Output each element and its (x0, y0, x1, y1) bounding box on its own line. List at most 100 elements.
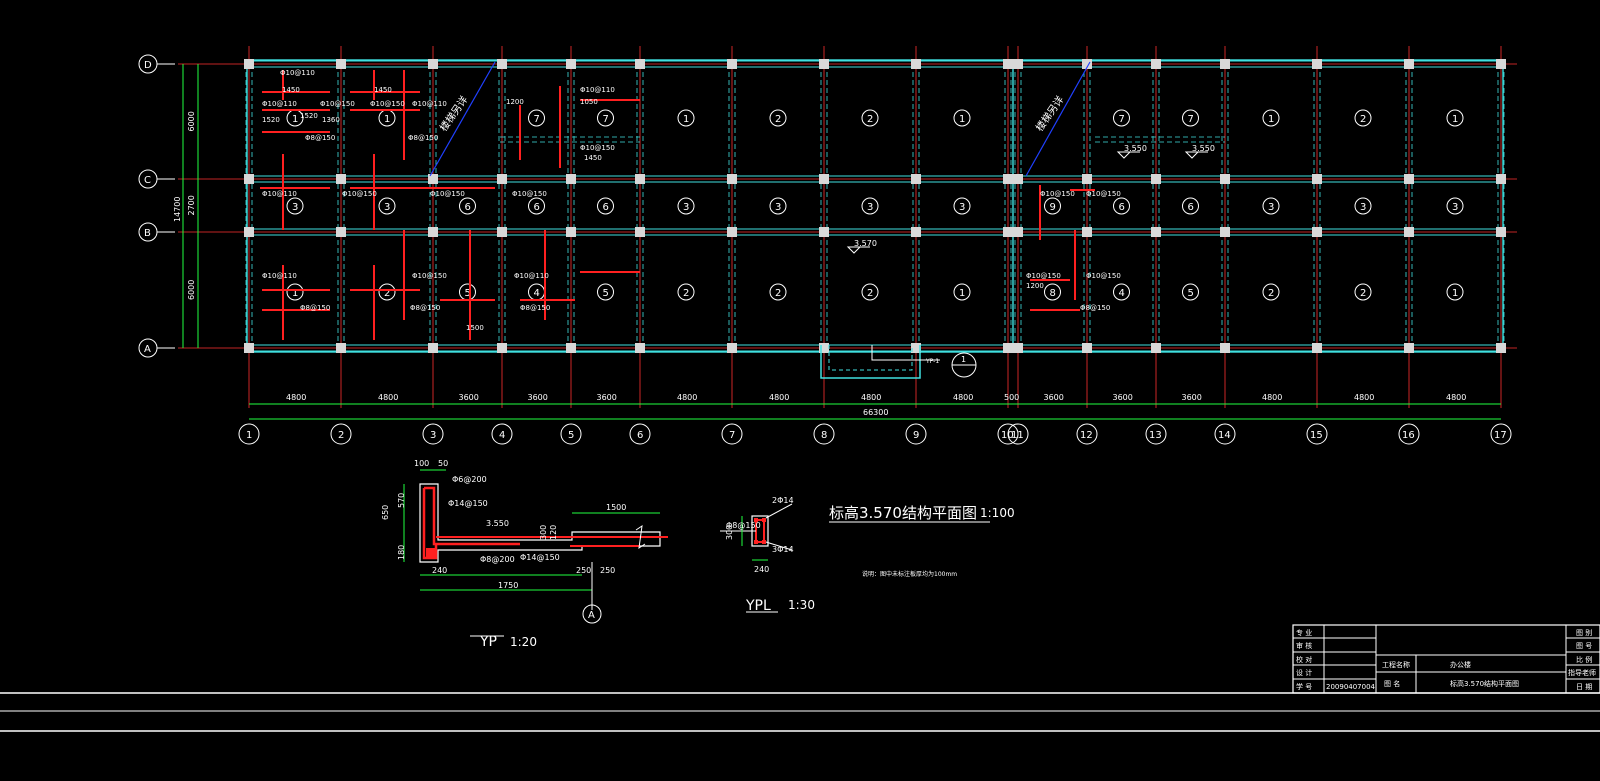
column (1151, 343, 1161, 353)
rebar-annotation: 1520 (262, 116, 280, 124)
column (1312, 174, 1322, 184)
svg-text:Φ14@150: Φ14@150 (448, 499, 488, 508)
svg-text:240: 240 (432, 566, 447, 575)
svg-text:300: 300 (725, 525, 734, 540)
column (1312, 59, 1322, 69)
rebar-annotation: Φ10@150 (1026, 272, 1061, 280)
drawing-title: 标高3.570结构平面图 (829, 504, 977, 522)
svg-text:240: 240 (754, 565, 769, 574)
column (1220, 59, 1230, 69)
slab-number-label: 1 (959, 288, 965, 299)
row-axis-label: A (144, 344, 151, 355)
rebar-annotation: Φ10@110 (262, 272, 297, 280)
rebar-annotation: Φ10@110 (412, 100, 447, 108)
rebar-annotation: 1450 (584, 154, 602, 162)
svg-text:180: 180 (397, 545, 406, 560)
rebar-annotation: 1520 (300, 112, 318, 120)
column (244, 174, 254, 184)
slab-number-label: 2 (775, 114, 781, 125)
column (566, 174, 576, 184)
column (1404, 343, 1414, 353)
col-axis-label: 6 (637, 430, 643, 441)
rebar-annotation: Φ10@150 (370, 100, 405, 108)
slab-number-label: 3 (683, 202, 689, 213)
svg-text:250: 250 (600, 566, 615, 575)
rebar-annotation: Φ10@150 (342, 190, 377, 198)
column (819, 227, 829, 237)
rebar-annotation: 1200 (506, 98, 524, 106)
column (727, 227, 737, 237)
slab-number-label: 3 (775, 202, 781, 213)
column (1312, 343, 1322, 353)
rebar-annotation: Φ10@110 (280, 69, 315, 77)
svg-text:专 业: 专 业 (1296, 628, 1312, 637)
yp-title: YP (479, 634, 497, 650)
rebar-annotation: Φ10@110 (262, 100, 297, 108)
svg-text:120: 120 (549, 525, 558, 540)
column (566, 59, 576, 69)
rebar-annotation: 1360 (322, 116, 340, 124)
column (727, 343, 737, 353)
column (244, 59, 254, 69)
column (566, 343, 576, 353)
svg-text:校 对: 校 对 (1296, 655, 1312, 664)
svg-text:1500: 1500 (606, 503, 626, 512)
svg-text:3.550: 3.550 (486, 519, 509, 528)
column (1220, 227, 1230, 237)
bottom-dim-label: 4800 (953, 393, 973, 402)
slab-number-label: 1 (1268, 114, 1274, 125)
column (1082, 174, 1092, 184)
left-dim-label: 2700 (187, 195, 196, 215)
slab-number-label: 1 (959, 114, 965, 125)
column (1013, 174, 1023, 184)
column (1013, 227, 1023, 237)
column (1404, 174, 1414, 184)
col-axis-label: 16 (1402, 430, 1415, 441)
column (497, 343, 507, 353)
rebar-annotation: Φ8@150 (408, 134, 438, 142)
column (727, 174, 737, 184)
rebar-annotation: Φ10@150 (512, 190, 547, 198)
column (1082, 227, 1092, 237)
col-axis-label: 1 (246, 430, 252, 441)
col-axis-label: 5 (568, 430, 574, 441)
svg-text:审 核: 审 核 (1296, 641, 1312, 650)
col-axis-label: 17 (1494, 430, 1507, 441)
rebar-annotation: Φ8@150 (300, 304, 330, 312)
col-axis-label: 7 (729, 430, 735, 441)
svg-text:图 别: 图 别 (1576, 628, 1592, 637)
svg-text:250: 250 (576, 566, 591, 575)
bottom-dim-label: 4800 (769, 393, 789, 402)
column (727, 59, 737, 69)
bottom-dim-label: 3600 (1182, 393, 1202, 402)
rebar-annotation: Φ8@150 (1080, 304, 1110, 312)
column (1496, 174, 1506, 184)
column (1404, 59, 1414, 69)
col-axis-label: 4 (499, 430, 505, 441)
column (1003, 343, 1013, 353)
svg-text:图 名: 图 名 (1384, 679, 1400, 688)
col-axis-label: 13 (1149, 430, 1162, 441)
slab-number-label: 2 (1268, 288, 1274, 299)
slab-number-label: 1 (292, 114, 298, 125)
drawing-scale: 1:100 (980, 506, 1015, 520)
slab-number-label: 3 (959, 202, 965, 213)
svg-text:300: 300 (539, 525, 548, 540)
section-callout-text: YP-1 (925, 358, 939, 365)
ypl-title: YPL (745, 598, 771, 614)
left-dim-label: 6000 (187, 111, 196, 131)
svg-text:50: 50 (438, 459, 448, 468)
column (1013, 343, 1023, 353)
slab-number-label: 4 (1119, 288, 1125, 299)
bottom-dim-label: 4800 (1354, 393, 1374, 402)
rebar-annotation: 1500 (466, 324, 484, 332)
slab-number-label: 3 (292, 202, 298, 213)
col-axis-label: 14 (1218, 430, 1231, 441)
bottom-dim-label: 4800 (286, 393, 306, 402)
column (911, 227, 921, 237)
column (1220, 343, 1230, 353)
col-axis-label: 15 (1310, 430, 1323, 441)
slab-number-label: 2 (867, 288, 873, 299)
rebar-annotation: Φ10@150 (1086, 272, 1121, 280)
column (911, 174, 921, 184)
